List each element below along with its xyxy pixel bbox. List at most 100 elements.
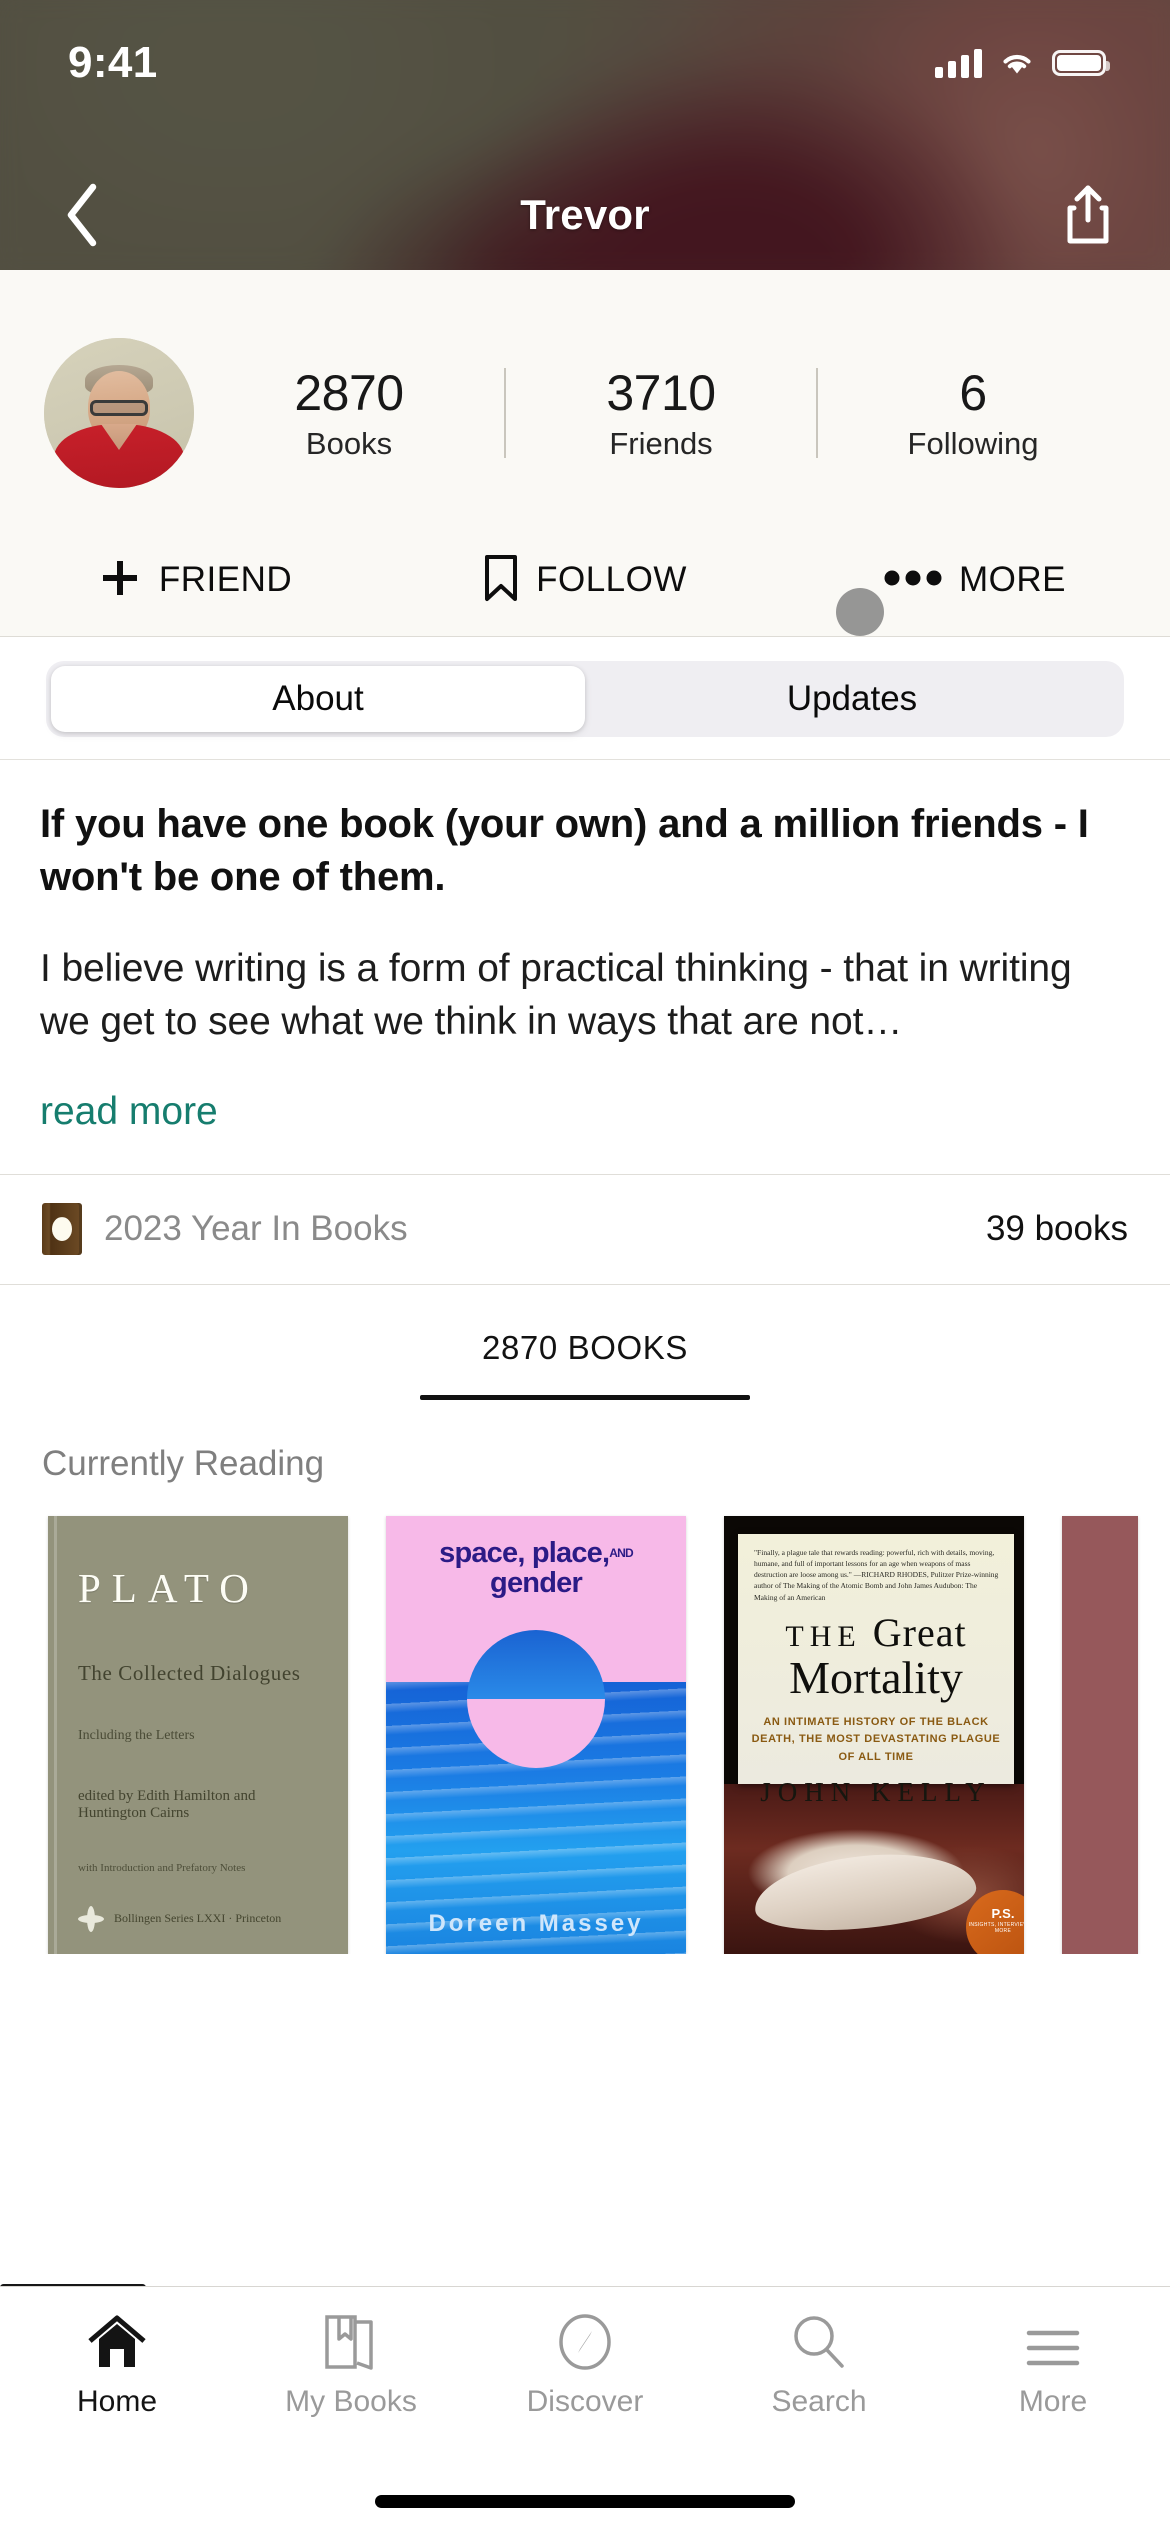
- status-bar: 9:41: [0, 0, 1170, 100]
- gm-title-great: Great: [872, 1609, 967, 1655]
- tab-underline-indicator: [420, 1394, 750, 1400]
- book-cover-great-mortality[interactable]: "Finally, a plague tale that rewards rea…: [724, 1515, 1024, 1954]
- gm-title-line1: THE Great: [738, 1609, 1014, 1655]
- tab-home-label: Home: [76, 2385, 158, 2418]
- back-button[interactable]: [40, 173, 124, 257]
- gm-author: JOHN KELLY: [760, 1776, 992, 1807]
- home-icon: [86, 2309, 148, 2371]
- tab-all-books[interactable]: 2870 BOOKS: [420, 1329, 750, 1400]
- year-in-books-left: 2023 Year In Books: [42, 1203, 408, 1256]
- ps-badge-sub: INSIGHTS, INTERVIEWS & MORE: [968, 1921, 1024, 1935]
- tab-all-books-label: 2870 BOOKS: [482, 1328, 688, 1366]
- publisher-mark-icon: [78, 1905, 104, 1932]
- tab-search[interactable]: Search: [702, 2309, 936, 2419]
- gm-blurb: "Finally, a plague tale that rewards rea…: [754, 1547, 999, 1602]
- book-award-icon: [42, 1203, 82, 1256]
- plato-series: Bollingen Series LXXI · Princeton: [114, 1911, 282, 1926]
- battery-full-icon: [1052, 50, 1110, 76]
- gm-title-the: THE: [785, 1619, 862, 1653]
- stat-following-value: 6: [959, 364, 987, 421]
- add-friend-button[interactable]: FRIEND: [0, 524, 390, 636]
- book-cover-next-partial[interactable]: [1062, 1515, 1138, 1954]
- compass-icon: [556, 2309, 614, 2371]
- profile-top-row: 2870 Books 3710 Friends 6 Following: [0, 302, 1170, 524]
- bio-body: I believe writing is a form of practical…: [40, 946, 1072, 1043]
- profile-summary: 2870 Books 3710 Friends 6 Following FRIE…: [0, 270, 1170, 637]
- avatar[interactable]: [44, 338, 194, 488]
- plato-notes: with Introduction and Prefatory Notes: [78, 1861, 246, 1874]
- bookmark-icon: [483, 554, 519, 607]
- wifi-icon: [1000, 50, 1034, 76]
- profile-actions: FRIEND FOLLOW MORE: [0, 524, 1170, 636]
- follow-label: FOLLOW: [536, 560, 687, 599]
- tab-home[interactable]: Home: [0, 2309, 234, 2419]
- tab-more-label: More: [1018, 2385, 1088, 2418]
- stat-following-label: Following: [907, 425, 1039, 461]
- plato-line3: Including the Letters: [78, 1727, 195, 1743]
- book-cover-plato[interactable]: PLATO The Collected Dialogues Including …: [48, 1515, 348, 1954]
- plus-icon: [98, 556, 142, 605]
- tab-discover-label: Discover: [526, 2385, 644, 2418]
- read-more-link[interactable]: read more: [40, 1090, 1130, 1134]
- massey-author: Doreen Massey: [428, 1909, 644, 1937]
- more-label: MORE: [959, 560, 1066, 599]
- year-in-books-row[interactable]: 2023 Year In Books 39 books: [0, 1175, 1170, 1285]
- gm-title-mortality: Mortality: [789, 1651, 963, 1703]
- ellipsis-icon: [884, 568, 942, 593]
- about-updates-segment-wrap: About Updates: [0, 637, 1170, 760]
- cellular-signal-icon: [935, 48, 982, 78]
- shelf-title: Currently Reading: [42, 1443, 325, 1483]
- plato-subtitle: The Collected Dialogues: [78, 1660, 301, 1685]
- stat-books[interactable]: 2870 Books: [194, 365, 504, 462]
- tab-updates[interactable]: Updates: [585, 666, 1119, 732]
- massey-title-and: AND: [609, 1546, 633, 1561]
- search-icon: [790, 2309, 848, 2371]
- tab-discover[interactable]: Discover: [468, 2309, 702, 2419]
- books-tabs: 2870 BOOKS: [0, 1285, 1170, 1400]
- stat-friends-value: 3710: [606, 364, 716, 421]
- year-in-books-label: 2023 Year In Books: [104, 1209, 408, 1249]
- avatar-image: [44, 338, 194, 488]
- plato-footer: Bollingen Series LXXI · Princeton: [78, 1905, 322, 1932]
- bottom-tab-bar: Home My Books Discover Search More: [0, 2286, 1170, 2532]
- touch-indicator: [836, 588, 884, 636]
- massey-title-a: space, place,: [439, 1536, 610, 1569]
- cover-paper-panel: "Finally, a plague tale that rewards rea…: [738, 1533, 1014, 1807]
- ps-badge-label: P.S.: [991, 1905, 1015, 1921]
- tab-my-books-label: My Books: [285, 2385, 417, 2418]
- profile-cover-header: 9:41 Trevor: [0, 0, 1170, 270]
- stat-following[interactable]: 6 Following: [818, 365, 1128, 462]
- add-friend-label: FRIEND: [158, 560, 293, 599]
- status-icons: [935, 48, 1110, 78]
- bio-headline: If you have one book (your own) and a mi…: [40, 802, 1089, 899]
- stat-books-label: Books: [305, 425, 393, 461]
- gm-subtitle: AN INTIMATE HISTORY OF THE BLACK DEATH, …: [751, 1715, 1001, 1763]
- massey-title-b: gender: [490, 1567, 583, 1600]
- home-indicator: [375, 2495, 795, 2508]
- stat-friends-label: Friends: [609, 425, 713, 461]
- stat-books-value: 2870: [294, 364, 404, 421]
- book-cover-space-place-gender[interactable]: space, place,AND gender Doreen Massey: [386, 1515, 686, 1954]
- navigation-bar: Trevor: [0, 160, 1170, 270]
- books-icon: [321, 2309, 381, 2371]
- profile-stats: 2870 Books 3710 Friends 6 Following: [194, 302, 1128, 524]
- tab-search-label: Search: [771, 2385, 867, 2418]
- status-time: 9:41: [68, 38, 158, 87]
- tab-my-books[interactable]: My Books: [234, 2309, 468, 2419]
- year-in-books-count: 39 books: [985, 1209, 1128, 1249]
- follow-button[interactable]: FOLLOW: [390, 524, 780, 636]
- share-button[interactable]: [1046, 173, 1130, 257]
- currently-reading-shelf[interactable]: PLATO The Collected Dialogues Including …: [0, 1484, 1170, 1954]
- stat-friends[interactable]: 3710 Friends: [506, 365, 816, 462]
- cover-spine-edge: [54, 1515, 57, 1954]
- hamburger-icon: [1024, 2309, 1082, 2371]
- split-circle-artwork: [467, 1629, 605, 1768]
- tab-more[interactable]: More: [936, 2309, 1170, 2419]
- segmented-control: About Updates: [46, 661, 1124, 737]
- plato-title: PLATO: [78, 1564, 260, 1611]
- page-title: Trevor: [520, 191, 650, 238]
- plato-editors: edited by Edith Hamilton and Huntington …: [78, 1787, 256, 1821]
- tab-about[interactable]: About: [51, 666, 585, 732]
- massey-title: space, place,AND gender: [386, 1536, 686, 1600]
- bio-section: If you have one book (your own) and a mi…: [0, 760, 1170, 1175]
